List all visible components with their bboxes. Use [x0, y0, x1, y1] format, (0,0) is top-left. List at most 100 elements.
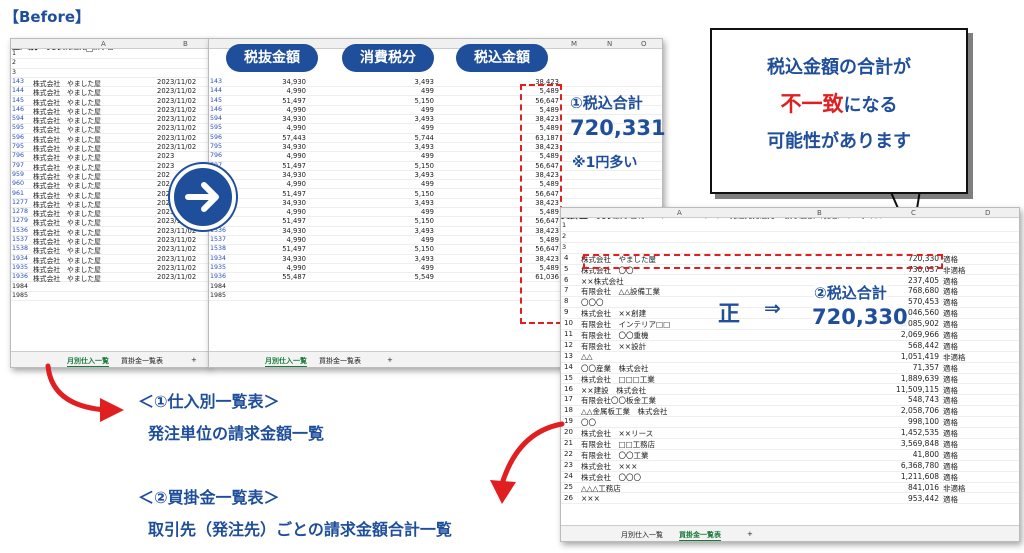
pill-tax-included: 税込金額 — [456, 44, 548, 72]
pill-consumption-tax: 消費税分 — [342, 44, 434, 72]
sum1-note: ※1円多い — [572, 155, 638, 171]
tab-add[interactable]: + — [747, 530, 753, 538]
cell-invoice: 適格 — [943, 407, 958, 417]
table-row: 12 有限会社 ××設計 568,442 適格 — [561, 341, 1019, 352]
table-row: 22 有限会社 〇〇工業 41,800 適格 — [561, 450, 1019, 461]
cell-tax: 3,493 — [414, 77, 434, 86]
table-row: 1985 — [11, 291, 209, 302]
cell-amount: 2,058,706 — [900, 406, 939, 416]
table-row: 11 有限会社 〇〇重機 2,069,966 適格 — [561, 330, 1019, 341]
cell-tax: 5,150 — [414, 189, 434, 198]
tab-add[interactable]: + — [387, 356, 393, 364]
cell-amount: 4,990 — [286, 208, 306, 217]
row-number: 144 — [210, 87, 223, 95]
row-number: 8 — [564, 297, 569, 306]
row-number: 17 — [564, 395, 573, 404]
row-number: 1 — [562, 221, 567, 229]
table-row: 143 34,930 3,493 38,423 — [209, 77, 662, 88]
table-row: 596 株式会社 やました屋 2023/11/02 — [11, 133, 209, 144]
row-number: 1984 — [12, 282, 29, 290]
row-number: 594 — [12, 115, 25, 123]
table-row: 2 — [561, 232, 1019, 243]
cell-tax: 499 — [421, 180, 434, 189]
table-row: 1538 株式会社 やました屋 2023/11/02 — [11, 245, 209, 255]
table-row: 795 株式会社 やました屋 2023/11/02 — [11, 143, 209, 153]
table-row: 1935 株式会社 やました屋 2023/11/02 — [11, 264, 209, 274]
table-row: 796 株式会社 やました屋 2023 — [11, 152, 209, 162]
tab-payables[interactable]: 買掛金一覧表 — [319, 356, 361, 366]
cell-vendor: 株式会社 ××リース — [581, 429, 654, 439]
cell-tax: 5,150 — [414, 161, 434, 170]
cell-amount: 34,930 — [282, 170, 306, 179]
tab-monthly[interactable]: 月別仕入一覧 — [265, 356, 307, 367]
table-row: 2 — [11, 59, 209, 69]
cell-vendor: △△金属板工業 株式会社 — [581, 407, 668, 417]
cell-invoice: 適格 — [943, 472, 958, 482]
row-number: 144 — [12, 87, 25, 95]
col-m-label: M — [571, 40, 578, 48]
cell-tax: 3,493 — [414, 170, 434, 179]
cell-tax: 5,150 — [414, 245, 434, 254]
red-arrow-left-icon — [45, 363, 124, 422]
cell-vendor: 株式会社 〇〇〇 — [581, 472, 641, 482]
cell-tax: 499 — [421, 87, 434, 96]
table-row: 18 △△金属板工業 株式会社 2,058,706 適格 — [561, 406, 1019, 418]
row-number: 13 — [564, 351, 573, 360]
table-row: 143 株式会社 やました屋 2023/11/02 — [11, 78, 209, 88]
cell-tax: 5,549 — [414, 273, 434, 282]
table-row: 144 株式会社 やました屋 2023/11/02 — [11, 87, 209, 97]
cell-tax: 5,150 — [414, 217, 434, 226]
row-number: 1537 — [210, 236, 227, 243]
cell-amount: 11,509,115 — [896, 384, 939, 394]
cell-invoice: 適格 — [943, 374, 958, 384]
table-row: 146 株式会社 やました屋 2023/11/02 — [11, 106, 209, 116]
cell-date: 2023/11/02 — [157, 254, 197, 263]
row-number: 3 — [562, 242, 567, 251]
cell-amount: 4,990 — [286, 87, 306, 96]
row-number: 596 — [210, 133, 223, 141]
table-row: 9604,9904995,489 — [209, 180, 662, 190]
tab-payables[interactable]: 買掛金一覧表 — [679, 530, 721, 541]
cell-amount: 2,069,966 — [900, 330, 939, 339]
row-number: 6 — [564, 275, 569, 284]
row-number: 9 — [564, 308, 569, 317]
cell-date: 202 — [157, 170, 170, 179]
cell-amount: 570,453 — [907, 297, 939, 307]
row-number: 1538 — [12, 245, 29, 253]
row-number: 2 — [562, 231, 567, 240]
cell-tax: 499 — [421, 124, 434, 133]
table-row: 21 有限会社 □□工務店 3,569,848 適格 — [561, 439, 1019, 450]
tab-add[interactable]: + — [191, 356, 197, 364]
row-number: 596 — [12, 133, 25, 141]
cell-invoice: 適格 — [943, 287, 958, 297]
tab-monthly[interactable]: 月別仕入一覧 — [621, 530, 663, 540]
cell-invoice: 適格 — [943, 320, 958, 330]
row-number: 1935 — [210, 263, 227, 271]
cell-tax: 5,744 — [414, 133, 434, 142]
cell-amount: 34,930 — [282, 198, 306, 207]
table-row: 15 株式会社 □□□工業 1,889,639 適格 — [561, 374, 1019, 385]
cell-invoice: 適格 — [943, 298, 958, 308]
caption2-desc: 取引先（発注先）ごとの請求金額合計一覧 — [148, 520, 452, 539]
row-number: 18 — [564, 406, 573, 415]
cell-date: 2023/11/02 — [157, 273, 197, 282]
header-label: 【Before】 — [4, 8, 91, 26]
row-number: 1536 — [12, 226, 29, 234]
row-number: 594 — [210, 115, 223, 123]
row-number: 1985 — [12, 291, 29, 299]
table-row: 1 — [11, 50, 209, 60]
row-number: 960 — [12, 180, 25, 188]
table-row: 25 △△△工務店 841,016 非適格 — [561, 483, 1019, 494]
row-number: 797 — [12, 161, 25, 169]
cell-amount: 4,990 — [286, 124, 306, 133]
pill-tax-excluded: 税抜金額 — [226, 44, 318, 72]
cell-invoice: 適格 — [943, 494, 958, 504]
row-number: 1278 — [12, 208, 29, 216]
table-row: 1536 株式会社 やました屋 2023/11/02 — [11, 226, 209, 237]
table-row: 26 ××× 953,442 適格 — [561, 494, 1019, 505]
cell-date: 2023 — [157, 152, 175, 161]
cell-invoice: 適格 — [943, 418, 958, 428]
cell-invoice: 非適格 — [943, 265, 966, 275]
cell-vendor: ××建設 株式会社 — [581, 385, 647, 395]
cell-tax: 3,493 — [414, 254, 434, 263]
